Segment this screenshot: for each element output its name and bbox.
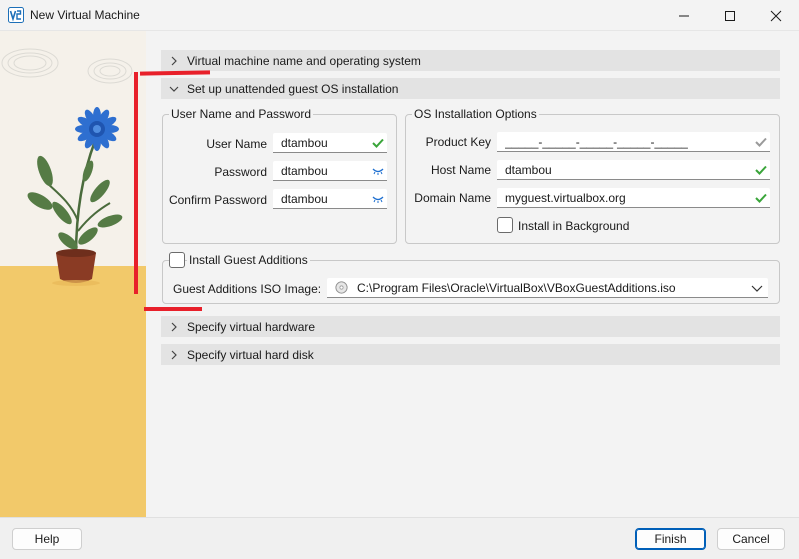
minimize-icon (679, 15, 689, 16)
annotation-bracket-side (134, 72, 138, 294)
plant-illustration (0, 31, 146, 517)
iso-image-select[interactable]: C:\Program Files\Oracle\VirtualBox\VBoxG… (327, 278, 768, 298)
valid-check-icon (372, 138, 384, 148)
chevron-right-icon (171, 322, 177, 331)
confirm-password-label: Confirm Password (168, 193, 267, 207)
dialog-footer: Help Finish Cancel (0, 517, 799, 559)
iso-image-label: Guest Additions ISO Image: (173, 282, 322, 296)
section-label: Virtual machine name and operating syste… (187, 53, 421, 68)
username-input[interactable]: dtambou (273, 133, 387, 153)
chevron-down-icon (751, 285, 763, 292)
optical-disc-icon (334, 281, 348, 294)
annotation-bracket-bottom (144, 307, 202, 311)
username-label: User Name (206, 137, 267, 151)
valid-check-icon (755, 137, 767, 147)
domain-name-label: Domain Name (414, 191, 491, 205)
section-virtual-hard-disk[interactable]: Specify virtual hard disk (161, 344, 780, 365)
maximize-button[interactable] (707, 0, 753, 31)
close-button[interactable] (753, 0, 799, 31)
wizard-illustration (0, 31, 146, 517)
guest-additions-group: Install Guest Additions Guest Additions … (162, 252, 780, 304)
group-title: OS Installation Options (412, 107, 539, 121)
eye-closed-icon (372, 196, 384, 203)
eye-closed-icon (372, 168, 384, 175)
chevron-right-icon (171, 350, 177, 359)
host-name-input[interactable]: dtambou (497, 160, 770, 180)
host-name-label: Host Name (430, 163, 491, 177)
install-guest-additions-label: Install Guest Additions (187, 253, 310, 267)
section-virtual-hardware[interactable]: Specify virtual hardware (161, 316, 780, 337)
password-label: Password (214, 165, 267, 179)
wizard-content: Virtual machine name and operating syste… (146, 31, 799, 517)
product-key-input[interactable]: _____-_____-_____-_____-_____ (497, 132, 770, 152)
os-installation-options-group: OS Installation Options Product Key ____… (405, 107, 780, 244)
section-label: Specify virtual hardware (187, 319, 316, 334)
window-title: New Virtual Machine (30, 8, 140, 22)
section-vm-name-os[interactable]: Virtual machine name and operating syste… (161, 50, 780, 71)
title-bar: New Virtual Machine (0, 0, 799, 31)
chevron-down-icon (169, 86, 179, 92)
password-input[interactable]: dtambou (273, 161, 387, 181)
chevron-right-icon (171, 56, 177, 65)
section-label: Specify virtual hard disk (187, 347, 314, 362)
virtualbox-app-icon (8, 7, 24, 23)
help-button[interactable]: Help (12, 528, 82, 550)
minimize-button[interactable] (661, 0, 707, 31)
install-in-background-label: Install in Background (518, 219, 630, 233)
section-label: Set up unattended guest OS installation (187, 81, 399, 96)
install-in-background-checkbox[interactable] (497, 217, 513, 233)
group-title: User Name and Password (169, 107, 314, 121)
domain-name-input[interactable]: myguest.virtualbox.org (497, 188, 770, 208)
confirm-password-input[interactable]: dtambou (273, 189, 387, 209)
finish-button[interactable]: Finish (635, 528, 706, 550)
user-name-password-group: User Name and Password User Name dtambou… (162, 107, 397, 244)
valid-check-icon (755, 193, 767, 203)
valid-check-icon (755, 165, 767, 175)
close-icon (770, 10, 782, 21)
cancel-button[interactable]: Cancel (717, 528, 785, 550)
maximize-icon (725, 10, 735, 21)
install-guest-additions-checkbox[interactable] (169, 252, 185, 268)
product-key-label: Product Key (425, 135, 491, 149)
section-unattended-install[interactable]: Set up unattended guest OS installation (161, 78, 780, 99)
